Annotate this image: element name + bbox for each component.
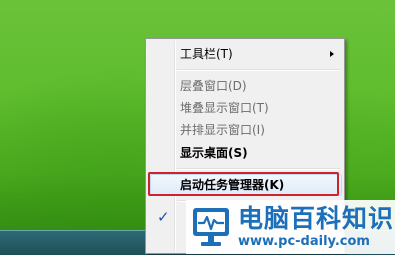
site-watermark: 电脑百科知识 www.pc-daily.com [186, 200, 395, 254]
menu-item-label: 显示桌面(S) [180, 146, 248, 160]
watermark-title: 电脑百科知识 [238, 204, 395, 233]
task-manager-highlight-annotation [148, 172, 339, 196]
menu-item-cascade-windows[interactable]: 层叠窗口(D) [148, 75, 342, 97]
watermark-url: www.pc-daily.com [238, 234, 370, 249]
menu-item-label: 层叠窗口(D) [180, 79, 247, 93]
menu-item-toolbars[interactable]: 工具栏(T) [148, 43, 342, 65]
menu-item-label: 工具栏(T) [180, 47, 233, 61]
menu-item-side-by-side[interactable]: 并排显示窗口(I) [148, 119, 342, 141]
chevron-right-icon [330, 51, 334, 57]
menu-item-show-desktop[interactable]: 显示桌面(S) [148, 142, 342, 164]
menu-item-label: 堆叠显示窗口(T) [180, 101, 269, 115]
monitor-logo-icon [193, 208, 229, 246]
menu-separator [177, 69, 340, 71]
menu-item-stack-windows[interactable]: 堆叠显示窗口(T) [148, 97, 342, 119]
menu-item-label: 并排显示窗口(I) [180, 123, 265, 137]
checkmark-icon: ✓ [157, 208, 170, 226]
menu-separator [177, 168, 340, 170]
